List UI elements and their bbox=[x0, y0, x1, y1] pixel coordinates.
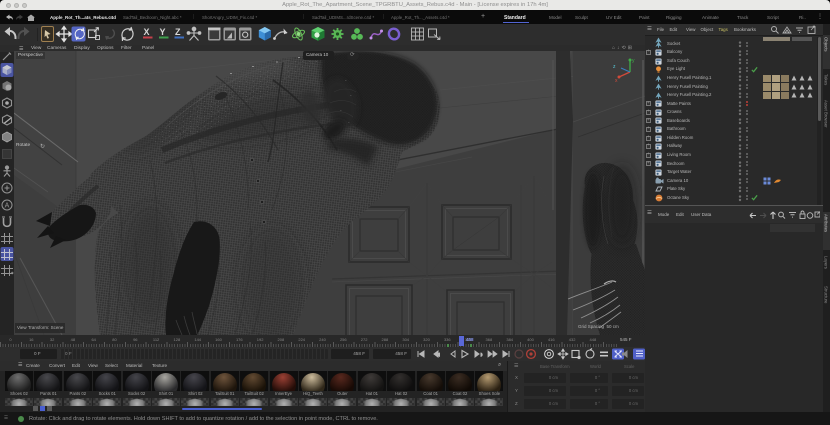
svg-text:X: X bbox=[144, 27, 150, 37]
svg-text:Z: Z bbox=[175, 27, 181, 37]
svg-text:y: y bbox=[632, 58, 635, 64]
svg-text:Y: Y bbox=[160, 27, 166, 37]
svg-text:x: x bbox=[615, 78, 618, 82]
svg-text:A: A bbox=[5, 203, 10, 210]
svg-text:z: z bbox=[613, 64, 616, 70]
